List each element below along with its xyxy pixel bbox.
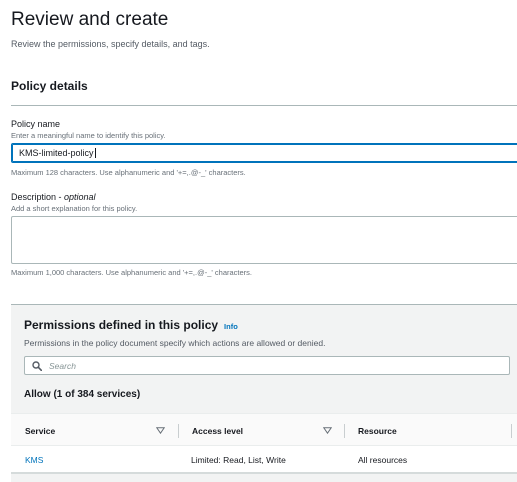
text-caret — [94, 148, 96, 158]
column-separator — [178, 424, 179, 438]
column-separator — [344, 424, 345, 438]
access-level-cell: Limited: Read, List, Write — [191, 455, 286, 465]
search-icon — [32, 360, 42, 371]
column-header-access-level[interactable]: Access level — [192, 414, 243, 447]
description-hint: Add a short explanation for this policy. — [11, 204, 138, 213]
permissions-title: Permissions defined in this policy Info — [24, 318, 238, 332]
description-textarea[interactable] — [11, 216, 517, 264]
permissions-search-input[interactable]: Search — [24, 356, 510, 375]
page-title: Review and create — [11, 9, 169, 30]
policy-name-input[interactable]: KMS-limited-policy — [11, 143, 517, 163]
permissions-table-header: Service Access level Resource — [11, 413, 517, 446]
sort-down-icon[interactable] — [156, 427, 165, 434]
allow-services-title: Allow (1 of 384 services) — [24, 389, 141, 400]
column-header-resource[interactable]: Resource — [358, 414, 397, 447]
section-divider — [11, 105, 517, 106]
service-link-kms[interactable]: KMS — [25, 446, 43, 474]
policy-name-hint: Enter a meaningful name to identify this… — [11, 131, 166, 140]
table-row: KMS Limited: Read, List, Write All resou… — [11, 446, 517, 474]
policy-details-title: Policy details — [11, 79, 88, 93]
policy-name-constraint: Maximum 128 characters. Use alphanumeric… — [11, 168, 246, 177]
description-label: Description - optional — [11, 192, 96, 202]
resource-cell: All resources — [358, 455, 408, 465]
search-placeholder: Search — [49, 360, 76, 371]
page-subtitle: Review the permissions, specify details,… — [11, 39, 210, 49]
description-label-text: Description - — [11, 192, 65, 202]
permissions-title-text: Permissions defined in this policy — [24, 318, 219, 332]
column-separator — [511, 424, 512, 438]
permissions-description: Permissions in the policy document speci… — [24, 338, 326, 348]
info-link[interactable]: Info — [224, 322, 238, 331]
description-optional-tag: optional — [64, 192, 96, 202]
description-constraint: Maximum 1,000 characters. Use alphanumer… — [11, 268, 252, 277]
policy-name-value: KMS-limited-policy — [19, 148, 94, 158]
sort-down-icon[interactable] — [323, 427, 332, 434]
permissions-panel: Permissions defined in this policy Info … — [11, 304, 517, 482]
column-header-service[interactable]: Service — [25, 414, 55, 447]
policy-name-label: Policy name — [11, 119, 61, 129]
